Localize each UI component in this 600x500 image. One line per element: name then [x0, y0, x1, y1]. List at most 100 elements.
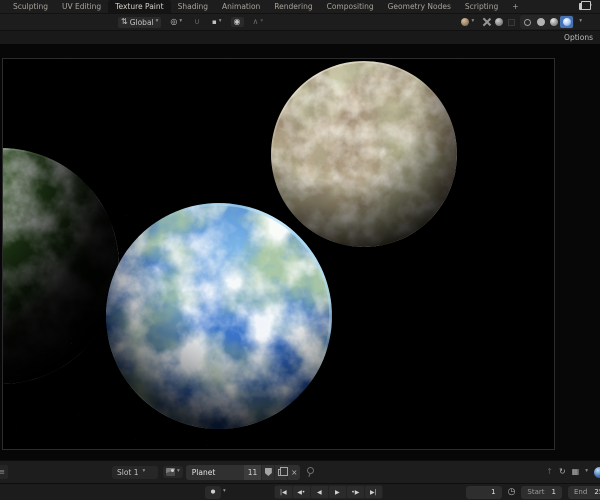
start-value: 1 [551, 488, 556, 496]
chevron-down-icon: ▾ [155, 18, 159, 25]
shading-material-button[interactable] [547, 16, 560, 28]
users-count-badge[interactable]: 11 [243, 464, 262, 480]
viewport-header: ⇅ Global ▾ ◎ ▾ ∪ ▪ ▾ ◉ ∧ ▾ ▾ ▾ [0, 14, 600, 31]
image-editor-header: ≡ Slot 1 ▾ ▾ Planet 11 × ↑ ↻ ▦ ▾ [0, 460, 600, 483]
chevron-down-icon: ▾ [177, 468, 180, 475]
snap-toggle[interactable]: ∪ [191, 17, 203, 27]
slot-label: Slot 1 [117, 467, 139, 477]
topbar: Sculpting UV Editing Texture Paint Shading A… [0, 0, 600, 14]
xray-toggle-icon[interactable] [508, 18, 516, 26]
end-value: 25 [594, 488, 600, 496]
workspace-tabs: Sculpting UV Editing Texture Paint Shading A… [0, 0, 526, 13]
shield-icon [264, 468, 272, 476]
viewport-canvas[interactable] [0, 45, 600, 460]
timeline-bar: ● ▾ |◀◀•◀▶•▶▶| 1 ◷ Start 1 End 25 [0, 483, 600, 500]
playback-controls: |◀ ◀• ◀ ▶ •▶ ▶| [273, 485, 383, 499]
shading-rendered-button[interactable] [560, 16, 574, 28]
play-button[interactable]: ▶ [328, 486, 346, 498]
proportional-editing-toggle[interactable]: ◉ [230, 17, 244, 27]
shading-solid-button[interactable] [534, 16, 547, 28]
image-editor-header-right: ↑ ↻ ▦ ▾ [546, 466, 600, 478]
blender-window: Sculpting UV Editing Texture Paint Shading A… [0, 0, 600, 500]
frame-start-field[interactable]: Start 1 [521, 485, 562, 499]
snap-target-dropdown[interactable]: ▪ ▾ [209, 18, 225, 27]
editor-type-sphere-icon[interactable] [594, 466, 600, 478]
next-keyframe-button[interactable]: •▶ [346, 486, 364, 498]
chevron-down-icon: ▾ [179, 18, 183, 25]
overlays-sphere-icon[interactable] [495, 18, 504, 26]
workspace-tab[interactable]: UV Editing [55, 0, 108, 13]
autokey-group: ● ▾ [205, 485, 226, 499]
viewport-header-right: ▾ ▾ [458, 15, 600, 29]
chevron-down-icon: ▾ [260, 18, 264, 25]
timeline-right: 1 ◷ Start 1 End 25 [465, 485, 600, 499]
play-reverse-button[interactable]: ◀ [310, 486, 328, 498]
current-frame-value: 1 [491, 488, 496, 496]
display-channels-icon[interactable]: ▦ [572, 468, 580, 476]
solid-sphere-icon [536, 18, 545, 26]
pack-image-icon[interactable]: ↑ [546, 468, 553, 476]
tool-settings-bar: Options [0, 31, 600, 45]
jump-to-end-button[interactable]: ▶| [364, 486, 382, 498]
current-frame-field[interactable]: 1 [465, 485, 502, 499]
tool-icon[interactable] [482, 18, 490, 26]
rendered-sphere-icon [562, 18, 571, 26]
image-name-field[interactable]: Planet [185, 464, 244, 480]
shading-wireframe-button[interactable] [521, 16, 534, 28]
workspace-tab[interactable]: + [505, 0, 525, 13]
orientation-icon: ⇅ [121, 17, 128, 26]
chevron-down-icon: ▾ [471, 18, 475, 25]
frame-end-field[interactable]: End 25 [568, 485, 600, 499]
chevron-down-icon: ▾ [218, 18, 222, 25]
brush-sphere-icon [461, 18, 470, 26]
options-dropdown[interactable]: Options [561, 33, 596, 42]
orientation-label: Global [129, 17, 154, 27]
slot-select[interactable]: Slot 1 ▾ [112, 465, 158, 479]
new-image-button[interactable] [274, 464, 289, 480]
workspace-tab[interactable]: Sculpting [6, 0, 55, 13]
falloff-curve-icon: ∧ [252, 17, 259, 26]
workspace-tab[interactable]: Animation [215, 0, 267, 13]
chevron-down-icon[interactable]: ▾ [585, 469, 588, 475]
workspace-tab[interactable]: Shading [171, 0, 215, 13]
workspace-tab[interactable]: Texture Paint [108, 0, 171, 13]
copy-icon [278, 466, 289, 476]
topbar-right: ▾ [579, 0, 600, 13]
wireframe-sphere-icon [524, 18, 532, 26]
auto-keyframe-button[interactable]: ● [205, 485, 221, 499]
chevron-down-icon[interactable]: ▾ [579, 19, 582, 25]
proportional-icon: ◉ [233, 17, 241, 26]
workspace-tab[interactable]: Geometry Nodes [381, 0, 458, 13]
brush-preview-dropdown[interactable]: ▾ [458, 17, 477, 27]
material-sphere-icon [549, 18, 558, 26]
fake-user-button[interactable] [261, 464, 275, 480]
pivot-point-dropdown[interactable]: ◎ ▾ [167, 17, 185, 27]
close-icon: × [291, 467, 298, 477]
end-label: End [574, 488, 588, 496]
magnet-icon: ∪ [194, 17, 201, 26]
editor-menu-partial-icon[interactable]: ≡ [0, 465, 8, 479]
camera-border [2, 58, 555, 450]
jump-to-start-button[interactable]: |◀ [274, 486, 292, 498]
workspace-tab[interactable]: Compositing [320, 0, 381, 13]
chevron-down-icon[interactable]: ▾ [223, 489, 226, 495]
viewport-header-center: ⇅ Global ▾ ◎ ▾ ∪ ▪ ▾ ◉ ∧ ▾ [118, 16, 267, 28]
image-datablock: Planet 11 × [185, 464, 301, 480]
pivot-icon: ◎ [170, 17, 178, 26]
shading-mode-group [520, 15, 575, 29]
start-label: Start [527, 488, 545, 496]
chevron-down-icon: ▾ [142, 468, 146, 475]
pin-icon[interactable] [305, 466, 314, 478]
browse-image-dropdown[interactable]: ▾ [163, 466, 183, 478]
view-layer-icon[interactable] [579, 1, 592, 10]
unlink-image-button[interactable]: × [287, 464, 301, 480]
snap-target-icon: ▪ [212, 17, 217, 26]
falloff-dropdown[interactable]: ∧ ▾ [250, 17, 267, 27]
workspace-tab[interactable]: Scripting [458, 0, 505, 13]
transform-orientation-dropdown[interactable]: ⇅ Global ▾ [118, 16, 162, 28]
star-grain-dense [3, 209, 213, 449]
workspace-tab[interactable]: Rendering [267, 0, 319, 13]
stopwatch-icon[interactable]: ◷ [508, 487, 516, 497]
previous-keyframe-button[interactable]: ◀• [292, 486, 310, 498]
refresh-icon[interactable]: ↻ [559, 468, 566, 476]
